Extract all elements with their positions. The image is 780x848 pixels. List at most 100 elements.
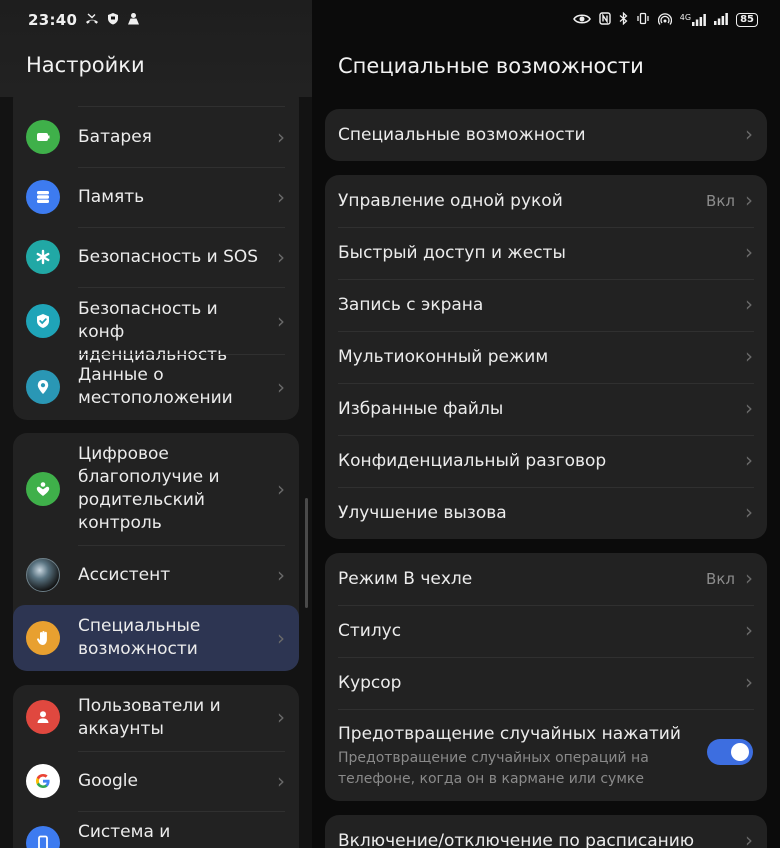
status-right: 4G 85 xyxy=(572,11,758,28)
chevron-right-icon: › xyxy=(745,292,753,316)
settings-item-label: Специальные возможности xyxy=(78,616,201,659)
settings-item-location[interactable]: Данные о местоположении › xyxy=(13,354,299,420)
chevron-right-icon: › xyxy=(745,618,753,642)
chevron-right-icon: › xyxy=(277,705,285,729)
chevron-right-icon: › xyxy=(277,309,285,333)
vpn-icon xyxy=(127,12,140,28)
storage-icon xyxy=(26,180,60,214)
accessibility-group-2: Управление одной рукой Вкл › Быстрый дос… xyxy=(325,175,767,539)
item-label: Избранные файлы xyxy=(338,399,504,419)
eye-icon xyxy=(572,13,591,28)
private-call-item[interactable]: Конфиденциальный разговор › xyxy=(325,435,767,487)
accessibility-group-1: Специальные возможности › xyxy=(325,109,767,161)
signal-4g-icon: 4G xyxy=(680,14,706,26)
user-icon xyxy=(26,700,60,734)
item-label: Включение/отключение по расписанию xyxy=(338,831,695,848)
nfc-icon xyxy=(599,12,611,28)
chevron-right-icon: › xyxy=(277,245,285,269)
settings-item-label: Пользователи и аккаунты xyxy=(78,696,221,739)
missed-call-icon xyxy=(85,12,99,28)
scheduled-power-item[interactable]: Включение/отключение по расписанию › xyxy=(325,815,767,848)
settings-item-label: Цифровое благополучие и родительский кон… xyxy=(78,444,220,533)
chevron-right-icon: › xyxy=(277,125,285,149)
accessibility-item[interactable]: Специальные возможности › xyxy=(325,109,767,161)
chevron-right-icon: › xyxy=(745,670,753,694)
settings-item-security-privacy[interactable]: Безопасность и конф иденциальность › xyxy=(13,287,299,365)
settings-item-battery[interactable]: Батарея › xyxy=(13,107,299,167)
item-value: Вкл xyxy=(706,192,735,210)
favorite-files-item[interactable]: Избранные файлы › xyxy=(325,383,767,435)
signal-bars-icon xyxy=(714,12,728,28)
item-label: Предотвращение случайных нажатий xyxy=(338,724,681,744)
settings-item-label: Google xyxy=(78,771,138,791)
chevron-right-icon: › xyxy=(277,769,285,793)
item-label: Стилус xyxy=(338,621,402,641)
chevron-right-icon: › xyxy=(745,828,753,848)
multi-window-item[interactable]: Мультиоконный режим › xyxy=(325,331,767,383)
chevron-right-icon: › xyxy=(277,626,285,650)
chevron-right-icon: › xyxy=(745,566,753,590)
system-icon xyxy=(26,826,60,848)
settings-item-label: Безопасность и SOS xyxy=(78,247,259,267)
chevron-right-icon: › xyxy=(277,563,285,587)
call-enhancement-item[interactable]: Улучшение вызова › xyxy=(325,487,767,539)
settings-item-storage[interactable]: Память › xyxy=(13,167,299,227)
settings-group-1: Батарея › Память › Безопасность и SOS › … xyxy=(13,85,299,420)
item-label: Запись с экрана xyxy=(338,295,484,315)
settings-item-google[interactable]: Google › xyxy=(13,751,299,811)
google-icon xyxy=(26,764,60,798)
settings-item-digital-wellbeing[interactable]: Цифровое благополучие и родительский кон… xyxy=(13,433,299,545)
page-title: Настройки xyxy=(26,53,145,77)
settings-list-panel: Настройки Батарея › Память › Безопасност… xyxy=(0,0,312,848)
chevron-right-icon: › xyxy=(277,185,285,209)
bluetooth-icon xyxy=(619,11,628,28)
shield-icon xyxy=(107,12,119,28)
settings-item-accessibility[interactable]: Специальные возможности › xyxy=(13,605,299,671)
cursor-item[interactable]: Курсор › xyxy=(325,657,767,709)
accidental-touch-item[interactable]: Предотвращение случайных нажатий Предотв… xyxy=(325,709,767,801)
status-bar: 23:40 4G 85 xyxy=(0,0,780,40)
status-left: 23:40 xyxy=(28,11,140,29)
item-label: Мультиоконный режим xyxy=(338,347,549,367)
item-value: Вкл xyxy=(706,570,735,588)
chevron-right-icon: › xyxy=(745,448,753,472)
accidental-touch-toggle[interactable] xyxy=(707,739,753,765)
item-label: Быстрый доступ и жесты xyxy=(338,243,566,263)
asterisk-icon xyxy=(26,240,60,274)
item-label: Режим В чехле xyxy=(338,569,473,589)
item-label: Улучшение вызова xyxy=(338,503,507,523)
network-type-label: 4G xyxy=(679,13,692,22)
chevron-right-icon: › xyxy=(745,500,753,524)
chevron-right-icon: › xyxy=(277,477,285,501)
status-time: 23:40 xyxy=(28,11,78,29)
settings-item-label: Данные о местоположении xyxy=(78,365,233,408)
scrollbar[interactable] xyxy=(305,498,308,608)
settings-item-assistant[interactable]: Ассистент › xyxy=(13,545,299,605)
location-icon xyxy=(26,370,60,404)
detail-title: Специальные возможности xyxy=(338,54,644,78)
assistant-orb-icon xyxy=(26,558,60,592)
item-description: Предотвращение случайных операций на тел… xyxy=(338,750,649,787)
cover-mode-item[interactable]: Режим В чехле Вкл › xyxy=(325,553,767,605)
settings-item-label: Система и xyxy=(78,822,171,842)
hand-icon xyxy=(26,621,60,655)
one-handed-mode-item[interactable]: Управление одной рукой Вкл › xyxy=(325,175,767,227)
chevron-right-icon: › xyxy=(745,344,753,368)
hotspot-icon xyxy=(657,12,672,28)
screen-recording-item[interactable]: Запись с экрана › xyxy=(325,279,767,331)
toggle-knob xyxy=(731,743,749,761)
item-label: Управление одной рукой xyxy=(338,191,563,211)
chevron-right-icon: › xyxy=(745,122,753,146)
settings-item-safety-sos[interactable]: Безопасность и SOS › xyxy=(13,227,299,287)
accessibility-group-3: Режим В чехле Вкл › Стилус › Курсор › Пр… xyxy=(325,553,767,801)
accessibility-group-4: Включение/отключение по расписанию › xyxy=(325,815,767,848)
settings-item-label: Ассистент xyxy=(78,565,171,585)
chevron-right-icon: › xyxy=(745,240,753,264)
battery-icon xyxy=(26,120,60,154)
stylus-item[interactable]: Стилус › xyxy=(325,605,767,657)
settings-item-users-accounts[interactable]: Пользователи и аккаунты › xyxy=(13,685,299,751)
shortcuts-gestures-item[interactable]: Быстрый доступ и жесты › xyxy=(325,227,767,279)
chevron-right-icon: › xyxy=(277,375,285,399)
settings-group-3: Пользователи и аккаунты › Google › Систе… xyxy=(13,685,299,848)
settings-item-system[interactable]: Система и xyxy=(13,811,299,848)
